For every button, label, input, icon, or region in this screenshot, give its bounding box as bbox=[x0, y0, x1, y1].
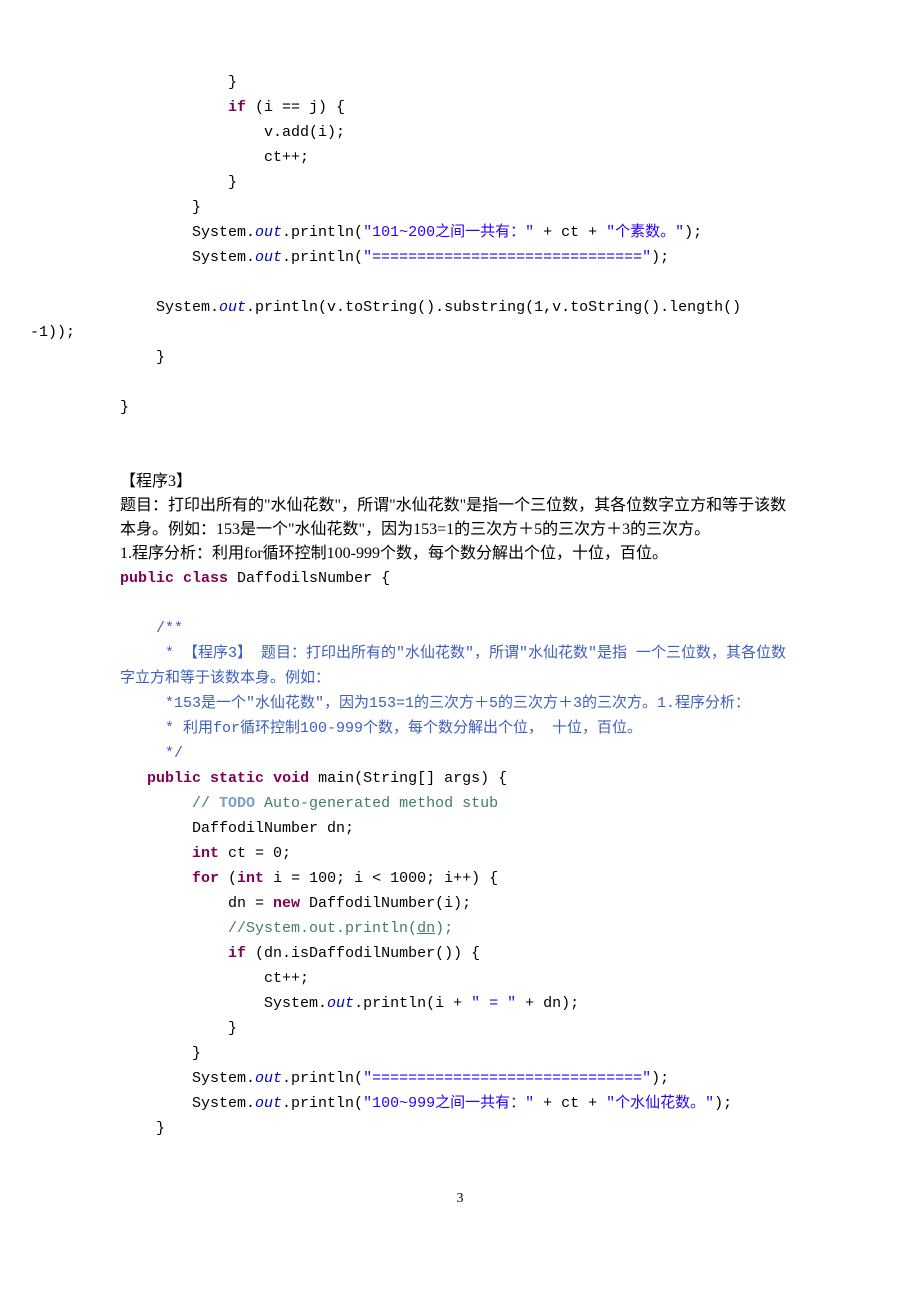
javadoc-line: * 【程序3】 题目：打印出所有的"水仙花数"，所谓"水仙花数"是指 一个三位数… bbox=[30, 641, 800, 691]
code-line: -1)); bbox=[30, 320, 800, 345]
code-line: //System.out.println(dn); bbox=[120, 916, 800, 941]
code-line: // TODO Auto-generated method stub bbox=[120, 791, 800, 816]
code-line: for (int i = 100; i < 1000; i++) { bbox=[120, 866, 800, 891]
code-line: System.out.println(v.toString().substrin… bbox=[120, 295, 800, 320]
code-line: if (i == j) { bbox=[120, 95, 800, 120]
code-line: dn = new DaffodilNumber(i); bbox=[120, 891, 800, 916]
javadoc-line: */ bbox=[120, 741, 800, 766]
document-page: } if (i == j) { v.add(i); ct++; } } Syst… bbox=[0, 0, 920, 1257]
code-line: } bbox=[120, 1041, 800, 1066]
code-line: } bbox=[120, 70, 800, 95]
page-number: 3 bbox=[120, 1191, 800, 1207]
javadoc-line: *153是一个"水仙花数"，因为153=1的三次方＋5的三次方＋3的三次方。1.… bbox=[120, 691, 800, 716]
javadoc-line: * 利用for循环控制100-999个数，每个数分解出个位， 十位，百位。 bbox=[120, 716, 800, 741]
section-heading: 【程序3】 bbox=[120, 470, 800, 494]
code-line: System.out.println("100~999之间一共有：" + ct … bbox=[120, 1091, 800, 1116]
code-line: if (dn.isDaffodilNumber()) { bbox=[120, 941, 800, 966]
code-line: ct++; bbox=[120, 966, 800, 991]
code-line: } bbox=[120, 345, 800, 370]
code-line: public static void main(String[] args) { bbox=[120, 766, 800, 791]
code-line: } bbox=[120, 1116, 800, 1141]
code-line: System.out.println(i + " = " + dn); bbox=[120, 991, 800, 1016]
code-line: public class DaffodilsNumber { bbox=[120, 566, 800, 591]
code-line: DaffodilNumber dn; bbox=[120, 816, 800, 841]
problem-description: 题目：打印出所有的"水仙花数"，所谓"水仙花数"是指一个三位数，其各位数字立方和… bbox=[120, 494, 800, 542]
code-line: System.out.println("====================… bbox=[120, 1066, 800, 1091]
code-line: } bbox=[120, 195, 800, 220]
code-line: } bbox=[120, 170, 800, 195]
code-line: ct++; bbox=[120, 145, 800, 170]
code-line: int ct = 0; bbox=[120, 841, 800, 866]
code-block-2: public class DaffodilsNumber { /** * 【程序… bbox=[120, 566, 800, 1141]
code-block-1: } if (i == j) { v.add(i); ct++; } } Syst… bbox=[120, 70, 800, 420]
javadoc-line: /** bbox=[120, 616, 800, 641]
code-line: System.out.println("====================… bbox=[120, 245, 800, 270]
code-line: System.out.println("101~200之间一共有：" + ct … bbox=[120, 220, 800, 245]
code-line: } bbox=[120, 1016, 800, 1041]
code-line: } bbox=[120, 395, 800, 420]
analysis-text: 1.程序分析：利用for循环控制100-999个数，每个数分解出个位，十位，百位… bbox=[120, 542, 800, 566]
code-line: v.add(i); bbox=[120, 120, 800, 145]
